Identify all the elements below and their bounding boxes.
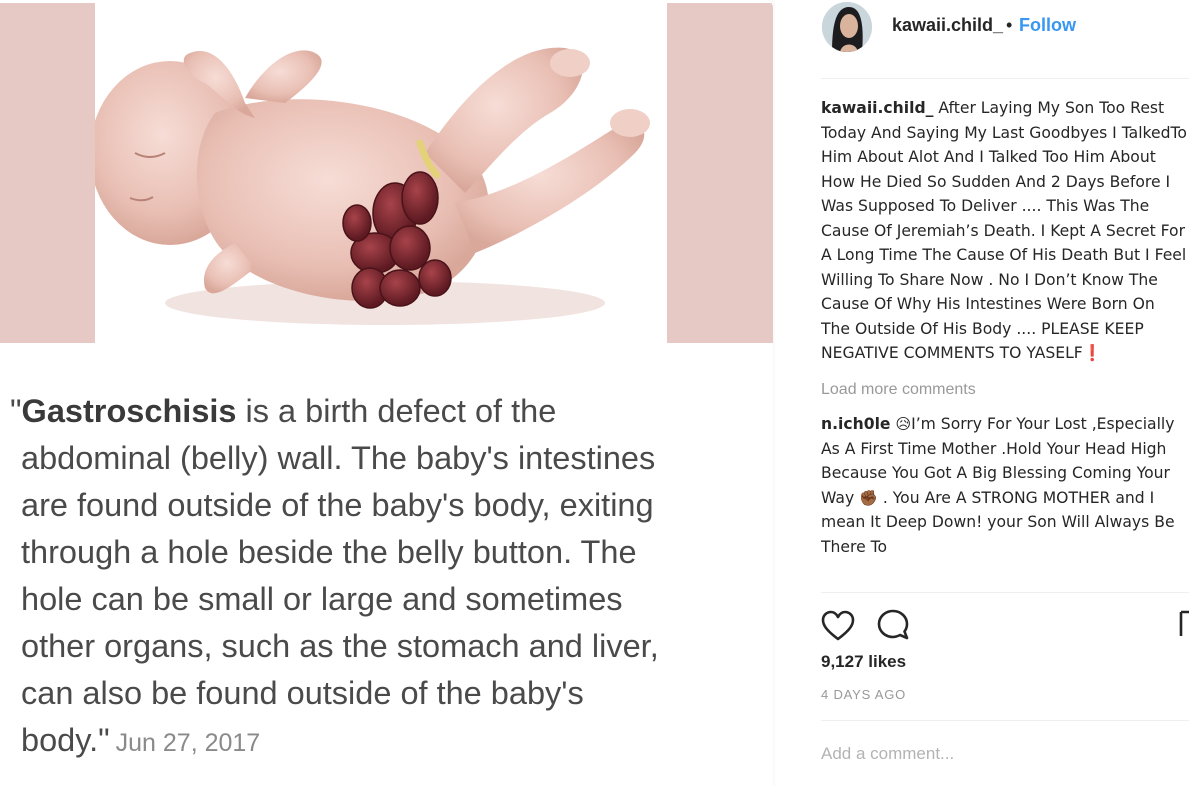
post-header: kawaii.child_ • Follow (775, 0, 1189, 78)
quote-keyword: Gastroschisis (21, 393, 237, 429)
post-side-panel: kawaii.child_ • Follow kawaii.child_ Aft… (775, 0, 1189, 786)
quote-line-2: are found outside of the baby's body, ex… (21, 487, 654, 523)
quote-line-4: hole can be small or large and sometimes (21, 581, 623, 617)
actions-divider (821, 592, 1189, 593)
post-image (0, 3, 773, 343)
comment-author[interactable]: n.ich0le (821, 415, 891, 433)
quote-line-7: body." (21, 722, 110, 758)
add-comment-input[interactable] (821, 742, 1161, 766)
comments-list[interactable]: kawaii.child_ After Laying My Son Too Re… (821, 96, 1187, 582)
quote-line-7-wrap: body." Jun 27, 2017 (10, 717, 750, 767)
quote-date: Jun 27, 2017 (115, 729, 261, 757)
load-more-comments-button[interactable]: Load more comments (821, 378, 1187, 403)
bookmark-icon[interactable] (1179, 610, 1189, 638)
baby-illustration-graphic (95, 47, 650, 325)
sad-face-icon: 😥 (895, 415, 912, 433)
separator-dot: • (1006, 15, 1013, 35)
quote-line-6: can also be found outside of the baby's (21, 675, 584, 711)
list-item: n.ich0le 😥I’m Sorry For Your Lost ,Espec… (821, 412, 1187, 559)
caption: kawaii.child_ After Laying My Son Too Re… (821, 96, 1187, 366)
raised-fist-icon: ✊🏾 (859, 488, 878, 507)
post-media[interactable]: "Gastroschisis is a birth defect of the … (0, 0, 773, 786)
avatar[interactable] (822, 2, 872, 52)
baby-illustration (95, 3, 667, 343)
action-bar (821, 604, 1189, 644)
quote-text: "Gastroschisis is a birth defect of the … (10, 388, 750, 767)
header-divider (821, 78, 1189, 79)
caption-text: After Laying My Son Too Rest Today And S… (821, 99, 1187, 362)
likes-count[interactable]: 9,127 likes (821, 652, 906, 672)
exclamation-icon: ❗ (1082, 344, 1103, 362)
quote-line-3: through a hole beside the belly button. … (21, 534, 637, 570)
follow-button[interactable]: Follow (1019, 15, 1076, 36)
quote-line-0: is a birth defect of the (236, 393, 557, 429)
quote-line-1: abdominal (belly) wall. The baby's intes… (21, 440, 656, 476)
comment-box-divider (821, 720, 1189, 721)
comment-bubble-icon[interactable] (876, 609, 910, 641)
quote-line-5: other organs, such as the stomach and li… (21, 628, 659, 664)
heart-outline-icon[interactable] (821, 610, 855, 642)
post-timestamp[interactable]: 4 DAYS AGO (821, 687, 906, 702)
quote-line: "Gastroschisis is a birth defect of the (10, 388, 750, 435)
quote-open-mark: " (10, 393, 22, 429)
username[interactable]: kawaii.child_ (892, 15, 1003, 36)
caption-author[interactable]: kawaii.child_ (821, 99, 933, 117)
avatar-image (822, 2, 872, 52)
